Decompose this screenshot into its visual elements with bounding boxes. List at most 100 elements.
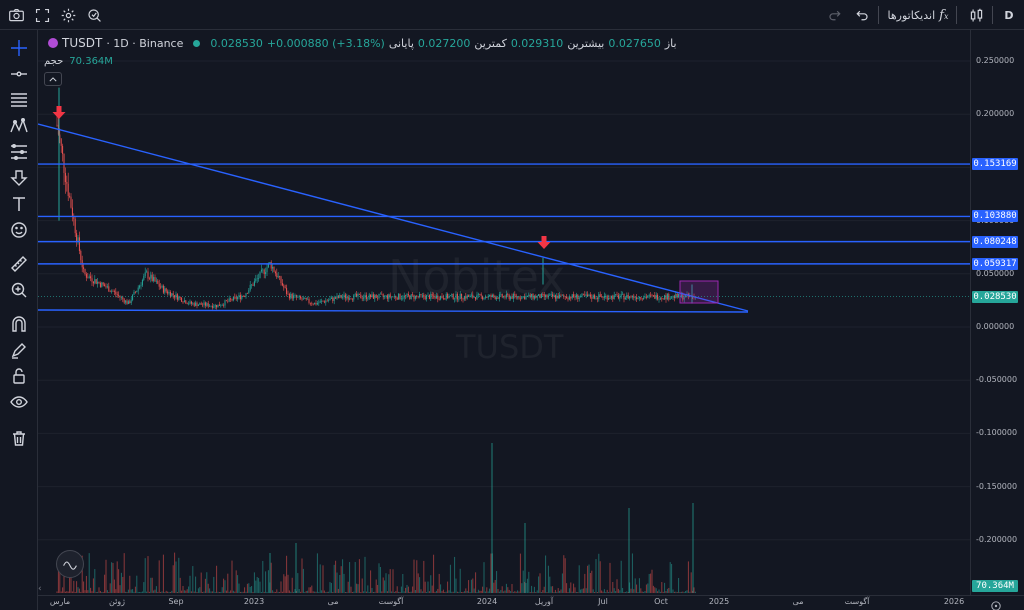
text-tool-icon[interactable] [6,192,32,216]
volume-bar [325,592,327,593]
volume-bar [377,584,379,593]
emoji-icon[interactable] [6,218,32,242]
candle-body [496,297,498,300]
volume-bar [197,588,199,593]
volume-bar [587,565,589,593]
volume-bar [519,553,521,593]
volume-bar [405,587,407,593]
zoom-in-icon[interactable] [6,278,32,302]
candle-body [570,296,572,299]
volume-bar [693,587,695,593]
undo-icon[interactable] [852,4,870,26]
candle-body [347,296,349,300]
volume-bar [542,590,544,593]
candle-body [312,303,314,305]
candle-body [484,297,486,299]
candle-body [405,295,407,297]
volume-bar [417,573,419,593]
volume-bar [538,576,540,593]
volume-bar [528,571,530,593]
arrow-down-tool-icon[interactable] [6,166,32,190]
collapse-legend-button[interactable] [44,72,62,86]
candle-body [98,281,100,283]
volume-bar [115,589,117,593]
candle-body [504,296,506,298]
candle-body [223,304,225,306]
price-level-tag[interactable]: 0.153169 [972,158,1018,171]
candle-body [662,298,664,300]
trash-icon[interactable] [6,426,32,450]
volume-bar [239,591,241,593]
candle-body [323,301,325,303]
crosshair-icon[interactable] [6,36,32,60]
quick-search-icon[interactable] [84,4,104,26]
magnet-icon[interactable] [6,312,32,336]
candle-style-icon[interactable] [966,4,986,26]
price-level-tag[interactable]: 0.028530 [972,290,1018,303]
candle-body [479,293,481,295]
price-level-tag[interactable]: 0.103880 [972,210,1018,223]
candle-body [80,251,82,261]
draw-mode-icon[interactable] [6,338,32,362]
candle-body [99,282,101,287]
lines-tool-icon[interactable] [6,88,32,112]
candle-body [153,277,155,282]
volume-bar [570,582,572,593]
candle-body [652,295,654,296]
volume-bar [606,589,608,593]
horizontal-line-tool-icon[interactable] [6,62,32,86]
volume-bar [655,588,657,593]
candle-body [123,299,125,303]
volume-bar [314,591,316,593]
volume-bar [518,591,520,593]
volume-bar [267,570,269,593]
fib-tool-icon[interactable] [6,140,32,164]
volume-bar [365,591,367,593]
indicator-avatar[interactable] [56,550,84,578]
fullscreen-icon[interactable] [32,4,52,26]
redo-icon[interactable] [826,4,844,26]
candle-body [288,293,290,299]
volume-bar [381,591,383,593]
volume-bar [319,564,321,593]
price-level-tag[interactable]: 70.364M [972,580,1018,592]
volume-bar [636,584,638,593]
price-tick-label: -0.200000 [976,534,1018,544]
volume-bar [585,588,587,593]
indicators-button[interactable]: اندیکاتورها fx [886,4,950,26]
volume-bar [503,591,505,593]
volume-bar [689,591,691,593]
price-chart[interactable] [38,30,970,595]
camera-icon[interactable] [6,4,26,26]
candle-body [179,296,181,298]
eye-icon[interactable] [6,390,32,414]
candle-body [645,296,647,298]
volume-bar [192,566,194,593]
time-axis[interactable] [38,595,1024,610]
candle-body [333,297,335,301]
settings-icon[interactable] [990,597,1002,610]
candle-body [633,295,635,298]
volume-bar [469,591,471,593]
legend-symbol[interactable]: TUSDT [62,36,102,50]
lock-icon[interactable] [6,364,32,388]
volume-bar [563,555,565,593]
candle-body [256,278,258,279]
interval-button[interactable]: D [998,4,1020,26]
price-level-tag[interactable]: 0.059317 [972,257,1018,270]
volume-bar [273,591,275,593]
volume-bar [356,583,358,593]
volume-bar [379,566,381,593]
candle-body [588,294,590,297]
scroll-left-icon[interactable]: ‹ [38,584,42,594]
ruler-icon[interactable] [6,252,32,276]
candle-body [431,293,433,296]
price-level-tag[interactable]: 0.080248 [972,235,1018,248]
pattern-tool-icon[interactable] [6,114,32,138]
volume-bar [172,565,174,593]
gear-icon[interactable] [58,4,78,26]
candle-body [203,302,205,305]
volume-bar [375,579,377,593]
arrow-down-marker [537,236,551,249]
legend-interval-exchange: · 1D · Binance [106,36,184,50]
